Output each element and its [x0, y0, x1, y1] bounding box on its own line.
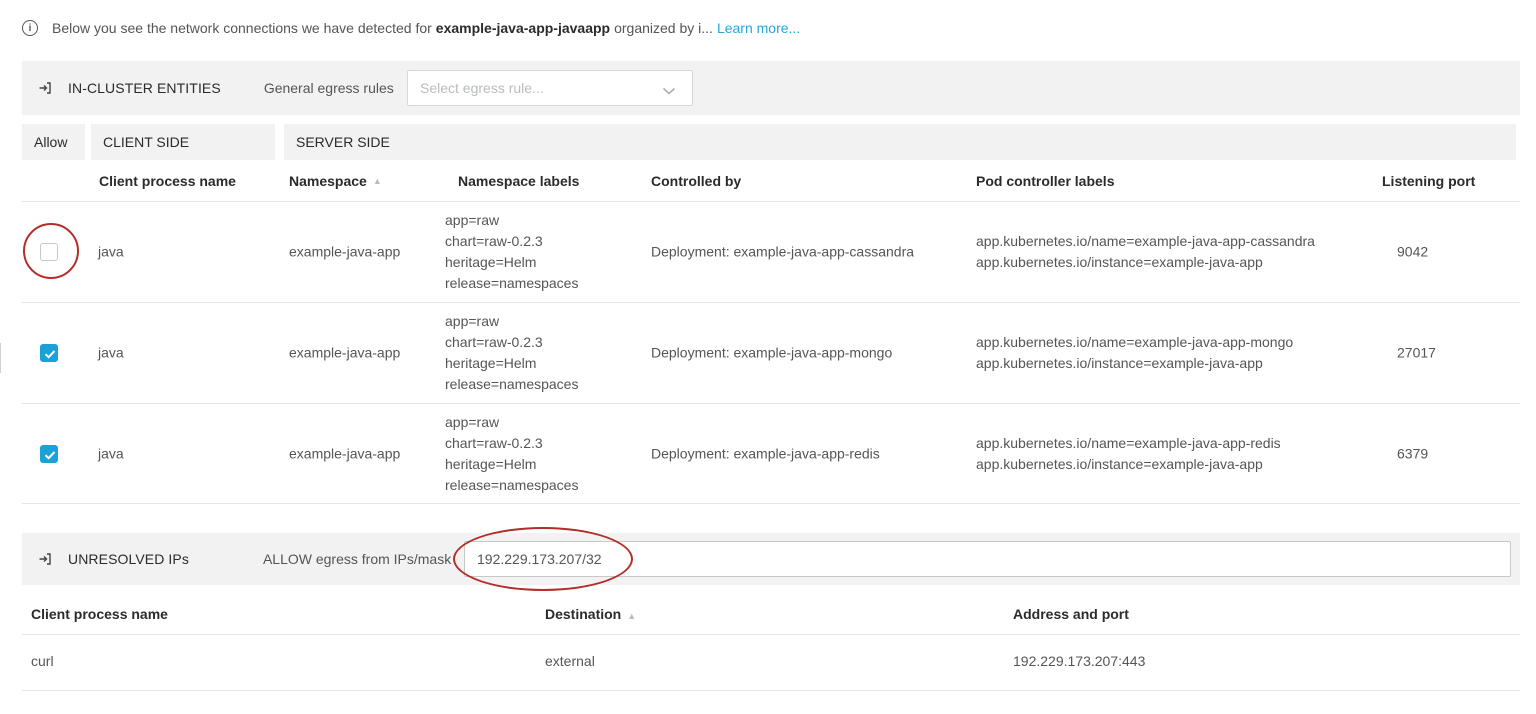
unresolved-ips-title: UNRESOLVED IPs — [68, 551, 189, 567]
label: chart=raw-0.2.3 — [445, 233, 543, 249]
col-namespace-labels[interactable]: Namespace labels — [458, 161, 579, 201]
client-process: java — [98, 243, 124, 260]
destination: external — [545, 653, 595, 669]
group-server-side: SERVER SIDE — [284, 124, 1516, 160]
table-row: java example-java-app app=raw chart=raw-… — [22, 403, 1520, 504]
egress-rule-select[interactable]: Select egress rule... — [407, 70, 693, 106]
pod-label: app.kubernetes.io/instance=example-java-… — [976, 254, 1263, 270]
namespace-labels: app=raw chart=raw-0.2.3 heritage=Helm re… — [445, 210, 578, 294]
table-row: java example-java-app app=raw chart=raw-… — [22, 201, 1520, 302]
label: release=namespaces — [445, 275, 579, 291]
sort-up-icon: ▲ — [627, 611, 637, 621]
pod-controller-labels: app.kubernetes.io/name=example-java-app-… — [976, 231, 1315, 273]
controlled-by: Deployment: example-java-app-redis — [651, 445, 880, 461]
exit-arrow-icon — [38, 81, 52, 95]
group-allow: Allow — [22, 124, 85, 160]
col-pod-controller-labels[interactable]: Pod controller labels — [976, 161, 1114, 201]
allow-checkbox[interactable] — [40, 243, 58, 261]
col-client-process[interactable]: Client process name — [99, 161, 236, 201]
label: heritage=Helm — [445, 355, 537, 371]
namespace-labels: app=raw chart=raw-0.2.3 heritage=Helm re… — [445, 412, 578, 496]
ip-mask-input[interactable] — [464, 541, 1511, 577]
namespace-labels: app=raw chart=raw-0.2.3 heritage=Helm re… — [445, 311, 578, 395]
col-destination[interactable]: Destination ▲ — [545, 606, 636, 622]
in-cluster-title: IN-CLUSTER ENTITIES — [68, 80, 221, 96]
label: chart=raw-0.2.3 — [445, 334, 543, 350]
allow-checkbox[interactable] — [40, 445, 58, 463]
exit-arrow-icon — [38, 552, 52, 566]
table-row: curl external 192.229.173.207:443 — [22, 636, 1520, 691]
chevron-down-icon — [662, 83, 676, 99]
namespace: example-java-app — [289, 344, 401, 361]
label: heritage=Helm — [445, 254, 537, 270]
group-client-side: CLIENT SIDE — [91, 124, 275, 160]
egress-rule-placeholder: Select egress rule... — [420, 80, 544, 96]
egress-rules-label: General egress rules — [263, 80, 394, 96]
controlled-by: Deployment: example-java-app-mongo — [651, 344, 893, 361]
label: app=raw — [445, 313, 500, 329]
namespace: example-java-app — [289, 243, 401, 260]
col-address-port[interactable]: Address and port — [1013, 606, 1129, 622]
pod-label: app.kubernetes.io/instance=example-java-… — [976, 355, 1263, 371]
info-suffix: organized by i... — [614, 20, 713, 36]
col-namespace[interactable]: Namespace ▲ — [289, 161, 382, 201]
label: chart=raw-0.2.3 — [445, 434, 543, 451]
listening-port: 6379 — [1397, 445, 1429, 461]
pod-label: app.kubernetes.io/name=example-java-app-… — [976, 233, 1315, 249]
allow-egress-label: ALLOW egress from IPs/mask — [262, 551, 452, 567]
col-client-process[interactable]: Client process name — [31, 606, 168, 622]
client-process: java — [98, 344, 124, 361]
namespace: example-java-app — [289, 445, 401, 461]
controlled-by: Deployment: example-java-app-cassandra — [651, 243, 915, 260]
learn-more-link[interactable]: Learn more... — [717, 20, 800, 36]
label: app=raw — [445, 413, 500, 430]
label: app=raw — [445, 212, 500, 228]
label: release=namespaces — [445, 476, 579, 493]
address-port: 192.229.173.207:443 — [1013, 653, 1146, 669]
listening-port: 27017 — [1397, 344, 1436, 361]
scroll-edge — [0, 343, 1, 373]
unresolved-table-header: Client process name Destination ▲ Address… — [22, 595, 1520, 635]
sort-up-icon: ▲ — [372, 176, 382, 186]
info-banner: i Below you see the network connections … — [22, 18, 800, 38]
pod-controller-labels: app.kubernetes.io/name=example-java-app-… — [976, 332, 1293, 374]
pod-label: app.kubernetes.io/name=example-java-app-… — [976, 434, 1281, 451]
label: heritage=Helm — [445, 455, 537, 472]
info-prefix: Below you see the network connections we… — [52, 20, 432, 36]
client-process: curl — [31, 653, 54, 669]
pod-controller-labels: app.kubernetes.io/name=example-java-app-… — [976, 433, 1281, 475]
table-row: java example-java-app app=raw chart=raw-… — [22, 302, 1520, 403]
client-process: java — [98, 445, 124, 461]
pod-label: app.kubernetes.io/instance=example-java-… — [976, 455, 1263, 472]
col-listening-port[interactable]: Listening port — [1382, 161, 1475, 201]
label: release=namespaces — [445, 376, 579, 392]
listening-port: 9042 — [1397, 243, 1429, 260]
unresolved-ips-header: UNRESOLVED IPs ALLOW egress from IPs/mas… — [22, 533, 1520, 585]
info-app-name: example-java-app-javaapp — [435, 20, 611, 36]
in-cluster-header: IN-CLUSTER ENTITIES General egress rules… — [22, 61, 1520, 115]
pod-label: app.kubernetes.io/name=example-java-app-… — [976, 334, 1294, 350]
col-destination-label: Destination — [545, 606, 622, 622]
col-namespace-label: Namespace — [289, 173, 367, 189]
col-controlled-by[interactable]: Controlled by — [651, 161, 741, 201]
allow-checkbox[interactable] — [40, 344, 58, 362]
info-circle-icon: i — [22, 20, 38, 36]
